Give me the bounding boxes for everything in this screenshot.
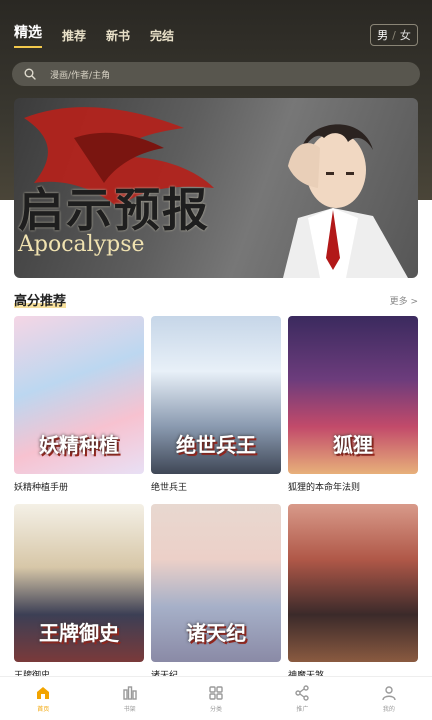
- comic-card[interactable]: 妖精种植 妖精种植手册: [14, 316, 144, 493]
- bookshelf-icon: [122, 686, 137, 700]
- tab-category[interactable]: 分类: [173, 677, 259, 720]
- search-bar[interactable]: 漫画/作者/主角: [12, 62, 420, 86]
- bottom-tab-bar: 首页 书架 分类 推广 我的: [0, 676, 432, 720]
- section-title: 高分推荐: [14, 290, 67, 309]
- section-header: 高分推荐 更多 >: [14, 290, 418, 309]
- gender-male[interactable]: 男: [377, 27, 388, 43]
- tab-bookshelf-label: 书架: [123, 706, 136, 713]
- tab-profile[interactable]: 我的: [346, 677, 432, 720]
- cover-title-art: 绝世兵王: [176, 433, 256, 457]
- tab-completed[interactable]: 完结: [150, 27, 174, 48]
- tab-promote-label: 推广: [296, 706, 309, 713]
- category-icon: [209, 686, 223, 700]
- tab-category-label: 分类: [210, 706, 223, 713]
- comic-cover: 绝世兵王: [151, 316, 281, 474]
- gender-female[interactable]: 女: [400, 27, 411, 43]
- tab-home[interactable]: 首页: [0, 677, 86, 720]
- banner-title-cn: 启示预报: [18, 183, 210, 237]
- tab-new-books[interactable]: 新书: [106, 27, 130, 48]
- comic-cover: 妖精种植: [14, 316, 144, 474]
- comic-cover: [288, 504, 418, 662]
- gender-separator: /: [392, 28, 396, 42]
- tab-featured[interactable]: 精选: [14, 22, 42, 48]
- comic-card[interactable]: 狐狸 狐狸的本命年法则: [288, 316, 418, 493]
- cover-title-art: 狐狸: [333, 433, 373, 457]
- search-placeholder: 漫画/作者/主角: [50, 70, 111, 81]
- tab-promote[interactable]: 推广: [259, 677, 345, 720]
- tab-bookshelf[interactable]: 书架: [86, 677, 172, 720]
- search-icon: [24, 65, 36, 84]
- tab-profile-label: 我的: [382, 706, 395, 713]
- cover-title-art: 妖精种植: [39, 433, 119, 457]
- cover-title-art: 王牌御史: [39, 621, 119, 645]
- comic-cover: 狐狸: [288, 316, 418, 474]
- comic-cover: 诸天纪: [151, 504, 281, 662]
- home-icon: [37, 687, 50, 699]
- comic-title: 妖精种植手册: [14, 483, 69, 493]
- share-icon: [295, 685, 310, 701]
- cover-title-art: 诸天纪: [186, 621, 246, 645]
- comic-cover: 王牌御史: [14, 504, 144, 662]
- comic-card[interactable]: 神魔天煞: [288, 504, 418, 681]
- comic-title: 绝世兵王: [151, 483, 188, 493]
- comic-card[interactable]: 绝世兵王 绝世兵王: [151, 316, 281, 493]
- gender-toggle[interactable]: 男 / 女: [370, 24, 418, 46]
- tab-home-label: 首页: [37, 706, 50, 713]
- comic-card[interactable]: 诸天纪 诸天纪: [151, 504, 281, 681]
- banner-hero-art: [283, 124, 408, 278]
- top-tabs: 精选 推荐 新书 完结: [14, 24, 174, 48]
- tab-recommend[interactable]: 推荐: [62, 27, 86, 48]
- comic-title: 狐狸的本命年法则: [288, 483, 361, 493]
- banner-title-en: Apocalypse: [18, 232, 145, 257]
- more-link[interactable]: 更多 >: [390, 294, 418, 307]
- profile-icon: [382, 686, 396, 701]
- featured-banner[interactable]: 启示预报 Apocalypse: [14, 98, 418, 278]
- comic-card[interactable]: 王牌御史 王牌御史: [14, 504, 144, 681]
